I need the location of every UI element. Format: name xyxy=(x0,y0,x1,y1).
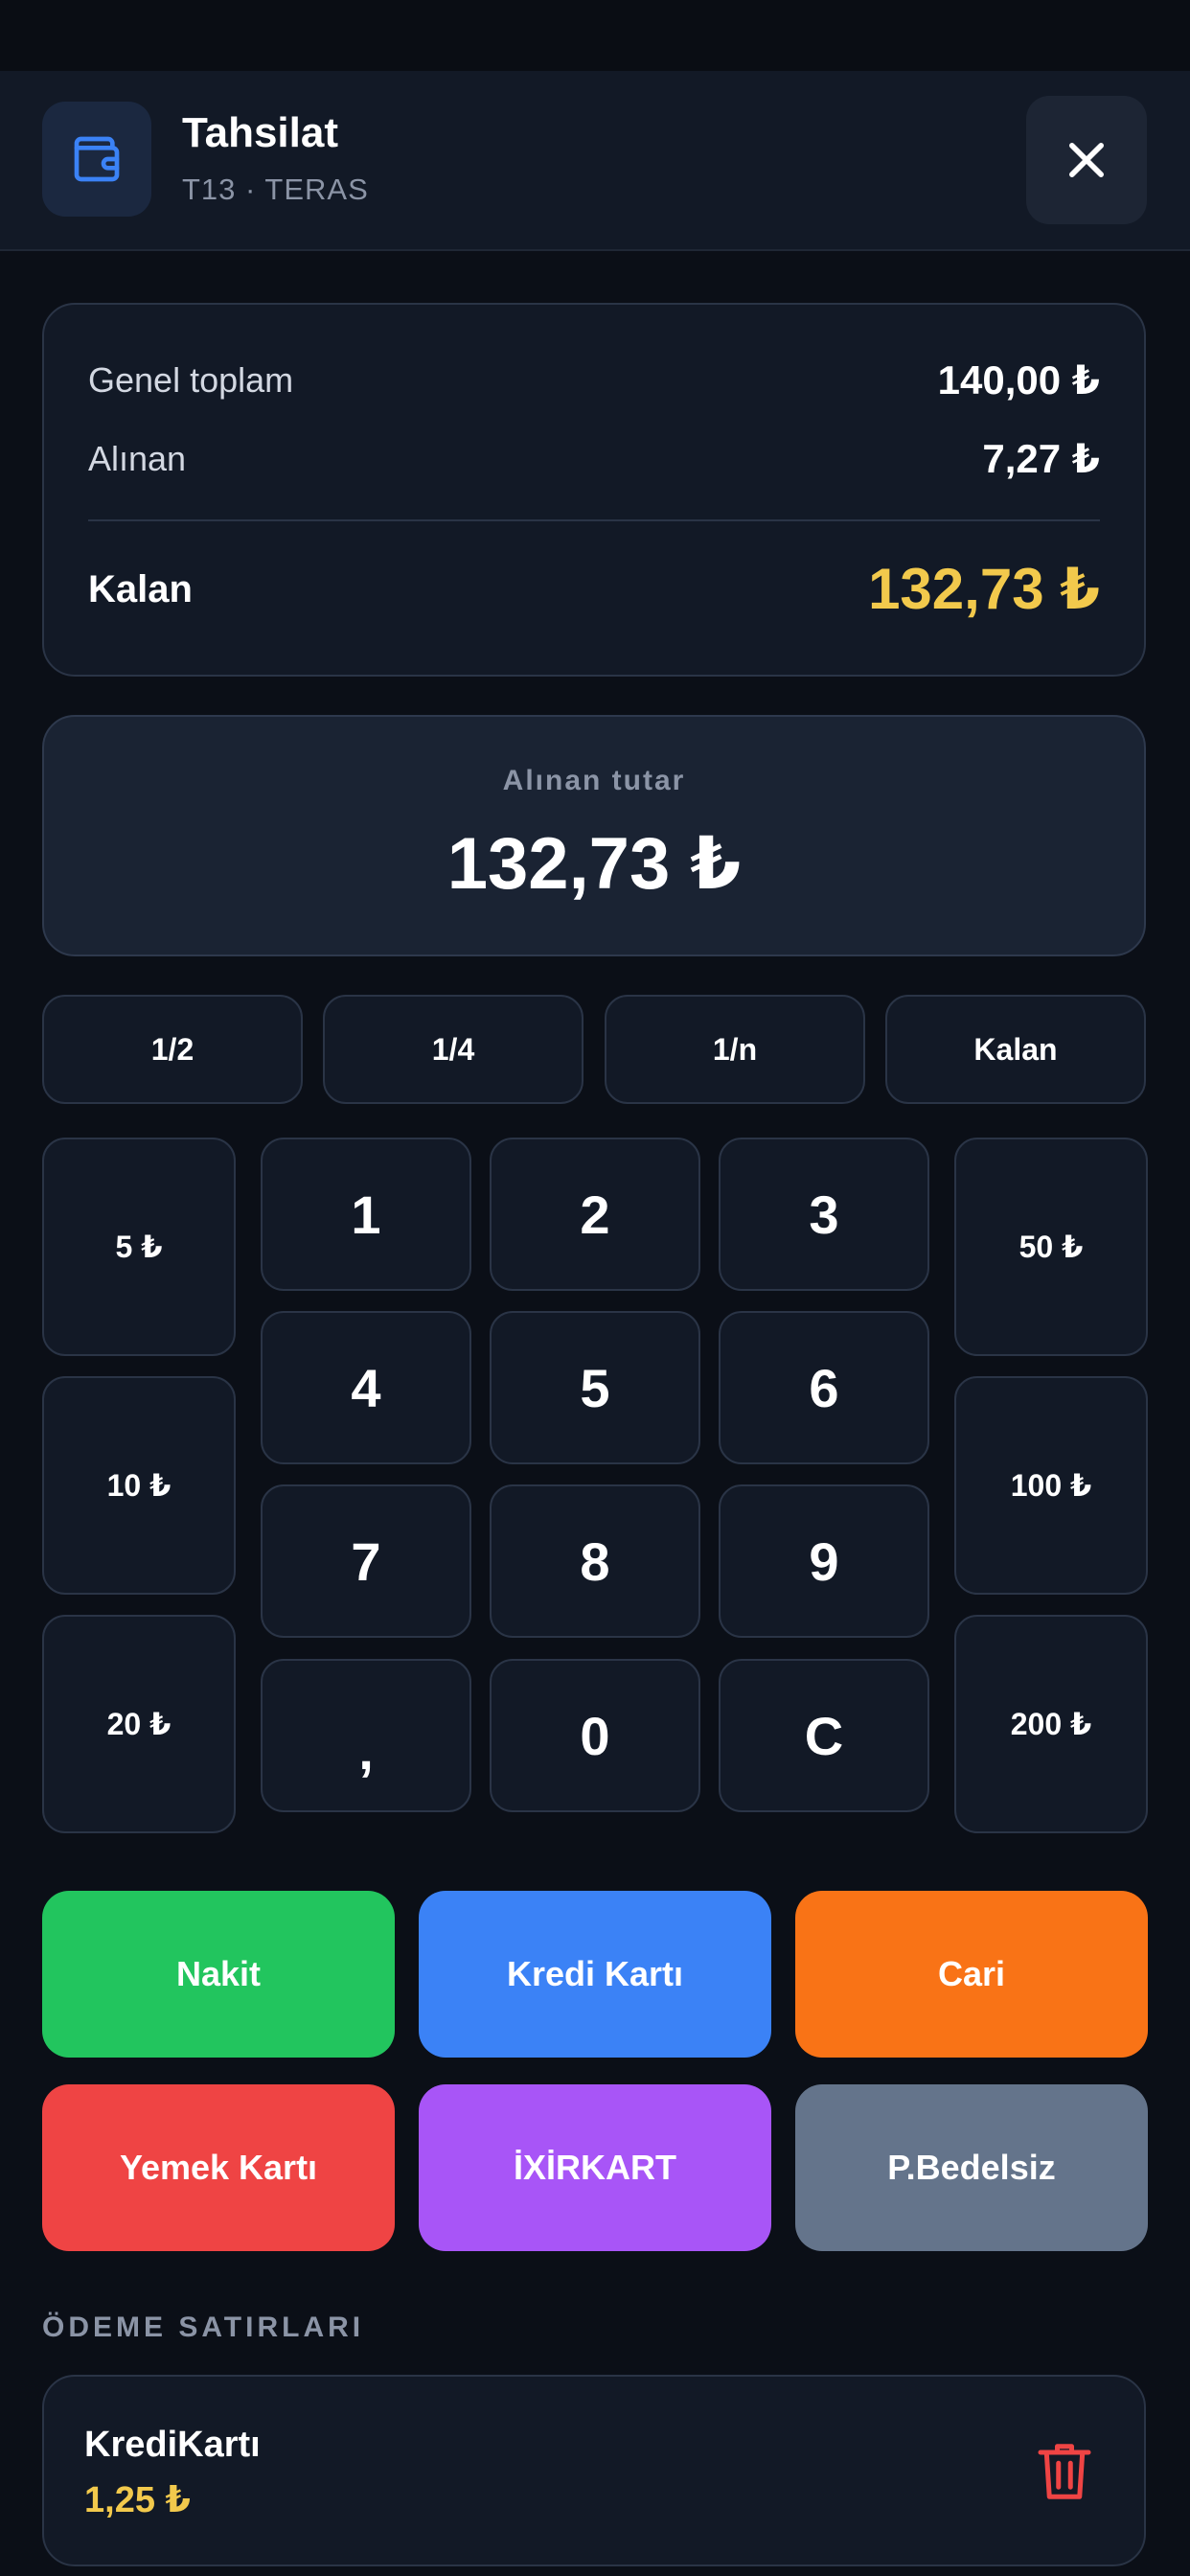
remaining-row: Kalan 132,73 ₺ xyxy=(88,556,1100,623)
delete-line-button[interactable] xyxy=(1021,2425,1108,2518)
numpad-key-3[interactable]: 3 xyxy=(719,1138,929,1291)
pay-free-button[interactable]: P.Bedelsiz xyxy=(795,2084,1148,2251)
summary-card: Genel toplam 140,00 ₺ Alınan 7,27 ₺ Kala… xyxy=(42,303,1146,677)
received-label: Alınan xyxy=(88,438,187,478)
pay-account-button[interactable]: Cari xyxy=(795,1891,1148,2058)
pay-credit-card-button[interactable]: Kredi Kartı xyxy=(419,1891,771,2058)
numpad-clear-button[interactable]: C xyxy=(719,1659,929,1812)
received-row: Alınan 7,27 ₺ xyxy=(88,435,1100,482)
split-quarter-button[interactable]: 1/4 xyxy=(323,995,584,1104)
amount-value: 132,73 ₺ xyxy=(446,823,742,905)
grand-total-label: Genel toplam xyxy=(88,359,294,400)
pay-meal-card-button[interactable]: Yemek Kartı xyxy=(42,2084,395,2251)
payment-line-amount: 1,25 ₺ xyxy=(84,2480,191,2520)
numpad-key-2[interactable]: 2 xyxy=(490,1138,700,1291)
payment-lines-heading: ÖDEME SATIRLARI xyxy=(42,2312,365,2343)
close-button[interactable] xyxy=(1026,96,1147,224)
numpad-key-1[interactable]: 1 xyxy=(261,1138,471,1291)
status-bar xyxy=(0,0,1190,71)
grand-total-value: 140,00 ₺ xyxy=(937,357,1100,402)
pay-cash-button[interactable]: Nakit xyxy=(42,1891,395,2058)
pay-ixirkart-button[interactable]: İXİRKART xyxy=(419,2084,771,2251)
numpad-key-7[interactable]: 7 xyxy=(261,1484,471,1638)
numpad-key-6[interactable]: 6 xyxy=(719,1311,929,1464)
summary-divider xyxy=(88,519,1100,521)
quick-amount-5-button[interactable]: 5 ₺ xyxy=(42,1138,236,1356)
numpad-key-0[interactable]: 0 xyxy=(490,1659,700,1812)
quick-amount-100-button[interactable]: 100 ₺ xyxy=(954,1376,1148,1595)
grand-total-row: Genel toplam 140,00 ₺ xyxy=(88,356,1100,403)
remaining-value: 132,73 ₺ xyxy=(868,557,1100,621)
close-icon xyxy=(1069,143,1104,177)
numpad-key-8[interactable]: 8 xyxy=(490,1484,700,1638)
remaining-label: Kalan xyxy=(88,567,193,610)
split-remaining-button[interactable]: Kalan xyxy=(885,995,1146,1104)
table-subtitle: T13 · TERAS xyxy=(182,172,369,206)
numpad-key-9[interactable]: 9 xyxy=(719,1484,929,1638)
numpad-key-4[interactable]: 4 xyxy=(261,1311,471,1464)
wallet-icon xyxy=(42,102,151,217)
trash-icon xyxy=(1038,2444,1091,2499)
page-title: Tahsilat xyxy=(182,109,339,156)
split-half-button[interactable]: 1/2 xyxy=(42,995,303,1104)
numpad-key-5[interactable]: 5 xyxy=(490,1311,700,1464)
split-n-button[interactable]: 1/n xyxy=(605,995,865,1104)
numpad-key-comma[interactable]: , xyxy=(261,1659,471,1812)
amount-display[interactable]: Alınan tutar 132,73 ₺ xyxy=(42,715,1146,956)
payment-line-name: KrediKartı xyxy=(84,2425,261,2465)
amount-label: Alınan tutar xyxy=(502,765,686,796)
header: Tahsilat T13 · TERAS xyxy=(0,71,1190,251)
quick-amount-50-button[interactable]: 50 ₺ xyxy=(954,1138,1148,1356)
quick-amount-200-button[interactable]: 200 ₺ xyxy=(954,1615,1148,1833)
list-item: KrediKartı 1,25 ₺ xyxy=(42,2375,1146,2566)
received-value: 7,27 ₺ xyxy=(982,436,1100,481)
quick-amount-10-button[interactable]: 10 ₺ xyxy=(42,1376,236,1595)
quick-amount-20-button[interactable]: 20 ₺ xyxy=(42,1615,236,1833)
